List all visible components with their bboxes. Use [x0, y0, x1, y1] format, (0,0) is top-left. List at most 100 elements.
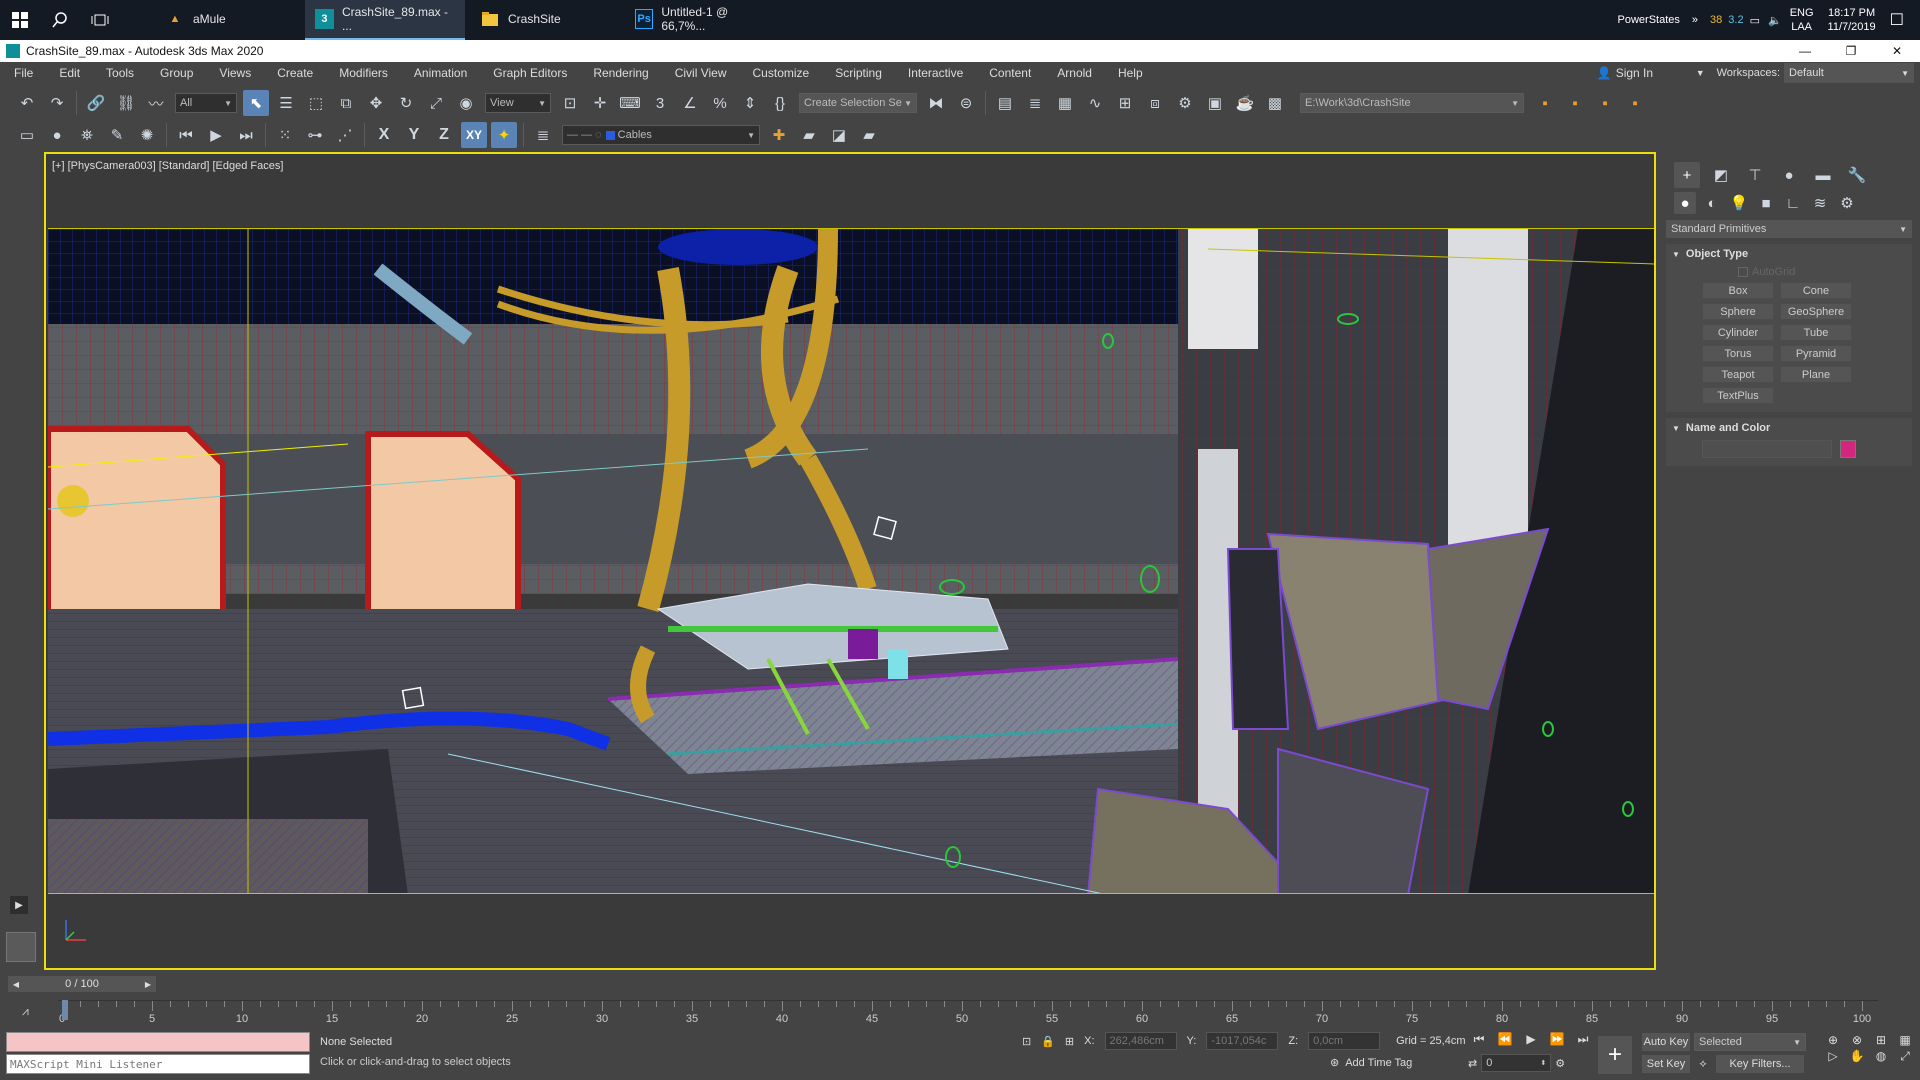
mirror-icon[interactable]: ⧓	[923, 90, 949, 116]
menu-animation[interactable]: Animation	[400, 66, 479, 80]
brush-icon[interactable]: ✎	[104, 122, 130, 148]
axis-xy-button[interactable]: XY	[461, 122, 487, 148]
minimize-icon[interactable]: —	[1782, 44, 1828, 58]
shapes-icon[interactable]: ◐	[1701, 192, 1723, 214]
pivot-center-icon[interactable]: ⊡	[557, 90, 583, 116]
chevron-up-icon[interactable]: »	[1692, 14, 1698, 26]
toggle-ribbon-icon[interactable]: ▦	[1052, 90, 1078, 116]
language-indicator[interactable]: ENG LAA	[1790, 6, 1814, 34]
time-configuration-icon[interactable]: ⚙	[1555, 1057, 1565, 1070]
grid-dots-icon[interactable]: ⁙	[272, 122, 298, 148]
menu-modifiers[interactable]: Modifiers	[325, 66, 400, 80]
go-to-start-icon[interactable]: ⏮	[1468, 1032, 1490, 1047]
menu-edit[interactable]: Edit	[45, 66, 92, 80]
zoom-all-icon[interactable]: ⊗	[1846, 1033, 1868, 1047]
reference-coordinate-dropdown[interactable]: View ▼	[485, 93, 551, 113]
listener-output[interactable]	[6, 1032, 310, 1052]
utilities-tab-icon[interactable]: 🔧	[1844, 162, 1870, 188]
set-key-button[interactable]: Set Key	[1642, 1055, 1690, 1073]
textplus-button[interactable]: TextPlus	[1702, 387, 1774, 404]
sphere-button[interactable]: Sphere	[1702, 303, 1774, 320]
layer-stack-icon[interactable]: ▰	[796, 122, 822, 148]
task-view-icon[interactable]	[80, 0, 120, 40]
layer-properties-icon[interactable]: ▰	[856, 122, 882, 148]
previous-frame-icon[interactable]: ⏪	[1494, 1032, 1516, 1047]
volume-icon[interactable]: 🔈	[1768, 14, 1782, 27]
x-coordinate-input[interactable]: 262,486cm	[1104, 1032, 1177, 1050]
cameras-icon[interactable]: ■	[1755, 192, 1777, 214]
cylinder-button[interactable]: Cylinder	[1702, 324, 1774, 341]
menu-views[interactable]: Views	[205, 66, 263, 80]
particle-icon[interactable]: ✺	[134, 122, 160, 148]
add-time-tag[interactable]: Add Time Tag	[1345, 1057, 1412, 1069]
scale-icon[interactable]: ⤢	[423, 90, 449, 116]
perspective-viewport[interactable]: [+] [PhysCamera003] [Standard] [Edged Fa…	[44, 152, 1656, 970]
time-slider[interactable]: ◀ 0 / 100 ▶	[8, 976, 156, 992]
select-manipulate-icon[interactable]: ✛	[587, 90, 613, 116]
menu-arnold[interactable]: Arnold	[1043, 66, 1104, 80]
maximize-viewport-icon[interactable]: ⤢	[1894, 1049, 1916, 1064]
orbit-icon[interactable]: ◍	[1870, 1049, 1892, 1064]
time-tag-icon[interactable]: ⊛	[1330, 1056, 1339, 1069]
set-project-folder-icon[interactable]: ▪	[1562, 90, 1588, 116]
key-mode-toggle-icon[interactable]: ⇄	[1468, 1057, 1477, 1070]
select-by-name-icon[interactable]: ☰	[273, 90, 299, 116]
taskbar-app-amule[interactable]: ▲ aMule	[155, 0, 300, 40]
space-warps-icon[interactable]: ≋	[1809, 192, 1831, 214]
select-object-icon[interactable]: ⬉	[243, 90, 269, 116]
object-name-input[interactable]	[1702, 440, 1832, 458]
axis-y-button[interactable]: Y	[401, 122, 427, 148]
spinner-snap-icon[interactable]: ⇕	[737, 90, 763, 116]
move-icon[interactable]: ✥	[363, 90, 389, 116]
menu-group[interactable]: Group	[146, 66, 205, 80]
named-selection-sets-dropdown[interactable]: Create Selection Se ▼	[799, 93, 917, 113]
taskbar-app-3dsmax[interactable]: 3 CrashSite_89.max - ...	[305, 0, 465, 40]
spacing-icon[interactable]: ⊶	[302, 122, 328, 148]
menu-create[interactable]: Create	[263, 66, 325, 80]
snap-array-icon[interactable]: ⋰	[332, 122, 358, 148]
set-key-large-icon[interactable]: +	[1598, 1036, 1632, 1074]
clock[interactable]: 18:17 PM 11/7/2019	[1828, 6, 1876, 34]
menu-graph-editors[interactable]: Graph Editors	[479, 66, 579, 80]
axis-constraint-icon[interactable]: ✦	[491, 122, 517, 148]
zoom-extents-icon[interactable]: ⊞	[1870, 1033, 1892, 1047]
sphere-icon[interactable]: ●	[44, 122, 70, 148]
menu-help[interactable]: Help	[1104, 66, 1155, 80]
render-in-cloud-icon[interactable]: ▩	[1262, 90, 1288, 116]
restore-icon[interactable]: ❐	[1828, 44, 1874, 58]
track-bar[interactable]: 0510152025303540455055606570758085909510…	[58, 1000, 1878, 1028]
box-button[interactable]: Box	[1702, 282, 1774, 299]
notifications-icon[interactable]: ☐	[1890, 10, 1904, 30]
key-tangent-icon[interactable]: ⟡	[1694, 1058, 1712, 1071]
motion-tab-icon[interactable]: ●	[1776, 162, 1802, 188]
y-coordinate-input[interactable]: -1017,054c	[1206, 1032, 1279, 1050]
layer-manager-icon[interactable]: ≣	[530, 122, 556, 148]
link-icon[interactable]: 🔗	[83, 90, 109, 116]
menu-content[interactable]: Content	[975, 66, 1043, 80]
selection-filter-dropdown[interactable]: All ▼	[175, 93, 237, 113]
redo-icon[interactable]: ↷	[44, 90, 70, 116]
absolute-mode-icon[interactable]: ⊞	[1065, 1035, 1074, 1048]
object-color-swatch[interactable]	[1840, 440, 1856, 458]
z-coordinate-input[interactable]: 0,0cm	[1308, 1032, 1381, 1050]
toggle-layer-explorer-icon[interactable]: ≣	[1022, 90, 1048, 116]
prev-key-icon[interactable]: ⏮	[173, 122, 199, 148]
window-crossing-icon[interactable]: ⧉	[333, 90, 359, 116]
viewport-scene[interactable]	[48, 228, 1654, 894]
tube-button[interactable]: Tube	[1780, 324, 1852, 341]
select-layer-icon[interactable]: ◪	[826, 122, 852, 148]
lights-icon[interactable]: 💡	[1728, 192, 1750, 214]
auto-key-button[interactable]: Auto Key	[1642, 1033, 1690, 1051]
project-folder-dropdown[interactable]: E:\Work\3d\CrashSite ▼	[1300, 93, 1524, 113]
field-of-view-icon[interactable]: ▷	[1822, 1049, 1844, 1064]
current-frame-marker[interactable]	[62, 1000, 68, 1020]
render-production-icon[interactable]: ☕	[1232, 90, 1258, 116]
cone-button[interactable]: Cone	[1780, 282, 1852, 299]
display-tab-icon[interactable]: ▬	[1810, 162, 1836, 188]
keyboard-shortcut-override-icon[interactable]: ⌨	[617, 90, 643, 116]
create-project-icon[interactable]: ▪	[1592, 90, 1618, 116]
geometry-icon[interactable]: ●	[1674, 192, 1696, 214]
axis-z-button[interactable]: Z	[431, 122, 457, 148]
archive-project-icon[interactable]: ▪	[1622, 90, 1648, 116]
play-animation-icon[interactable]: ▶	[1520, 1032, 1542, 1047]
